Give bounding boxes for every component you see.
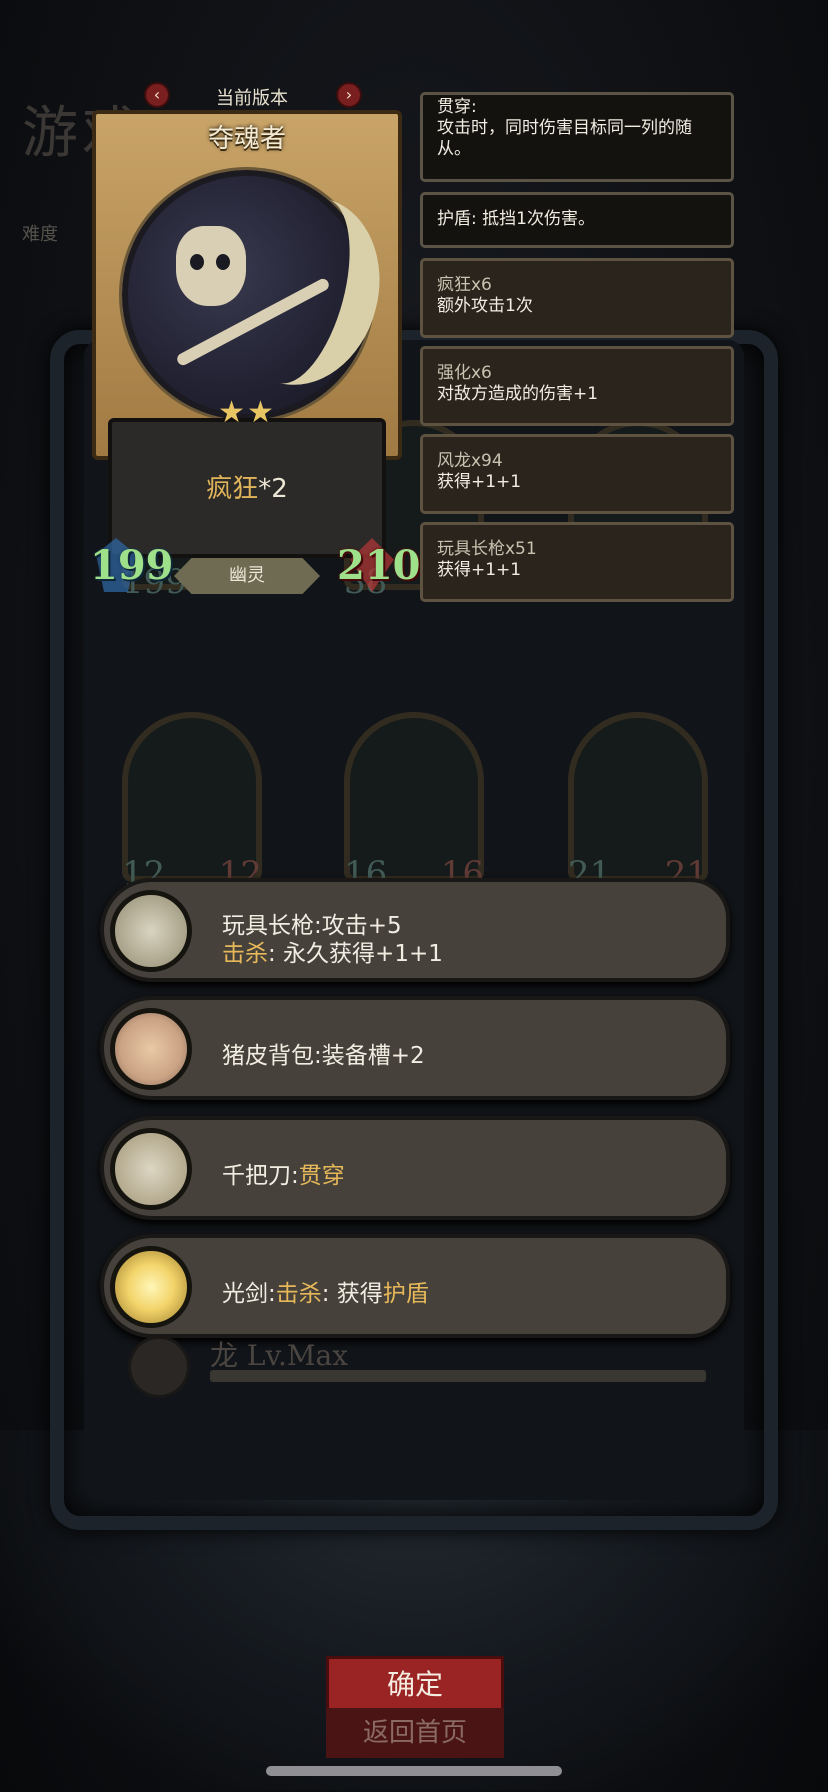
equipment-row[interactable]: 光剑:击杀: 获得护盾 bbox=[100, 1234, 730, 1338]
keyword-pierce: 贯穿 bbox=[298, 1163, 345, 1189]
home-indicator[interactable] bbox=[266, 1766, 562, 1776]
next-version-button[interactable]: › bbox=[336, 82, 362, 108]
dragon-icon bbox=[128, 1336, 190, 1398]
reaper-portrait bbox=[122, 170, 401, 420]
keyword-name: 疯狂 bbox=[206, 474, 259, 504]
skull-icon bbox=[176, 226, 246, 306]
confirm-button[interactable]: 确定 bbox=[326, 1656, 504, 1714]
equipment-desc: 光剑:击杀: 获得护盾 bbox=[222, 1274, 429, 1308]
equipment-row[interactable]: 千把刀:贯穿 bbox=[100, 1116, 730, 1220]
keyword-kill: 击杀 bbox=[275, 1281, 322, 1307]
equipment-desc: 千把刀:贯穿 bbox=[222, 1156, 345, 1190]
effect-panel: 玩具长枪x51 获得+1+1 bbox=[420, 522, 734, 602]
pigskin-backpack-icon bbox=[110, 1008, 192, 1090]
effect-body: 攻击时，同时伤害目标同一列的随从。 bbox=[437, 118, 692, 159]
keyword-kill: 击杀 bbox=[222, 941, 268, 967]
effect-title: 疯狂x6 bbox=[437, 275, 492, 295]
minion-portrait[interactable]: 16 16 bbox=[344, 712, 484, 894]
card-keyword: 疯狂*2 bbox=[112, 468, 382, 505]
equipment-name: 光剑: bbox=[222, 1281, 276, 1307]
level-text: 龙 Lv.Max bbox=[210, 1339, 349, 1372]
tribe-badge: 幽灵 bbox=[174, 558, 320, 594]
equipment-row[interactable]: 玩具长枪:攻击+5 击杀: 永久获得+1+1 bbox=[100, 878, 730, 982]
difficulty-label: 难度 bbox=[22, 224, 58, 245]
equipment-desc-2: 击杀: 永久获得+1+1 bbox=[222, 934, 443, 968]
minion-portrait[interactable]: 12 12 bbox=[122, 712, 262, 894]
equipment-name: 千把刀: bbox=[222, 1163, 299, 1189]
card-attack: 199 bbox=[90, 542, 174, 589]
prev-version-button[interactable]: ‹ bbox=[144, 82, 170, 108]
effect-body: 对敌方造成的伤害+1 bbox=[437, 384, 599, 404]
lightsaber-icon bbox=[110, 1246, 192, 1328]
effect-title: 贯穿: bbox=[437, 97, 477, 117]
version-label: 当前版本 bbox=[216, 88, 288, 109]
effect-panel: 疯狂x6 额外攻击1次 bbox=[420, 258, 734, 338]
equipment-desc: 猪皮背包:装备槽+2 bbox=[222, 1043, 425, 1069]
equipment-row[interactable]: 猪皮背包:装备槽+2 bbox=[100, 996, 730, 1100]
effect-body: 额外攻击1次 bbox=[437, 296, 533, 316]
minion-card: 夺魂者 疯狂*2 ★★ 199 幽灵 210 bbox=[90, 110, 421, 600]
level-progress-bar bbox=[210, 1370, 706, 1382]
card-text-box: 疯狂*2 bbox=[108, 418, 386, 558]
keyword-count: *2 bbox=[258, 474, 288, 504]
equipment-effect: : 永久获得+1+1 bbox=[268, 941, 443, 967]
equipment-effect: : 获得 bbox=[321, 1281, 383, 1307]
keyword-shield: 护盾 bbox=[382, 1281, 429, 1307]
return-home-button[interactable]: 返回首页 bbox=[326, 1708, 504, 1758]
star-rating: ★★ bbox=[218, 395, 276, 430]
effect-panel: 风龙x94 获得+1+1 bbox=[420, 434, 734, 514]
effect-body: 获得+1+1 bbox=[437, 560, 522, 580]
effect-title: 强化x6 bbox=[437, 363, 492, 383]
effect-panel: 护盾: 抵挡1次伤害。 bbox=[420, 192, 734, 248]
card-name: 夺魂者 bbox=[207, 124, 286, 154]
effect-title: 风龙x94 bbox=[437, 451, 503, 471]
thousand-knives-icon bbox=[110, 1128, 192, 1210]
effect-body: 获得+1+1 bbox=[437, 472, 522, 492]
minion-portrait[interactable]: 21 21 bbox=[568, 712, 708, 894]
card-health: 210 bbox=[337, 542, 421, 589]
effect-body: 护盾: 抵挡1次伤害。 bbox=[437, 209, 595, 229]
effect-panel: 贯穿: 攻击时，同时伤害目标同一列的随从。 bbox=[420, 92, 734, 182]
effect-title: 玩具长枪x51 bbox=[437, 539, 537, 559]
effect-panel: 强化x6 对敌方造成的伤害+1 bbox=[420, 346, 734, 426]
toy-spear-icon bbox=[110, 890, 192, 972]
